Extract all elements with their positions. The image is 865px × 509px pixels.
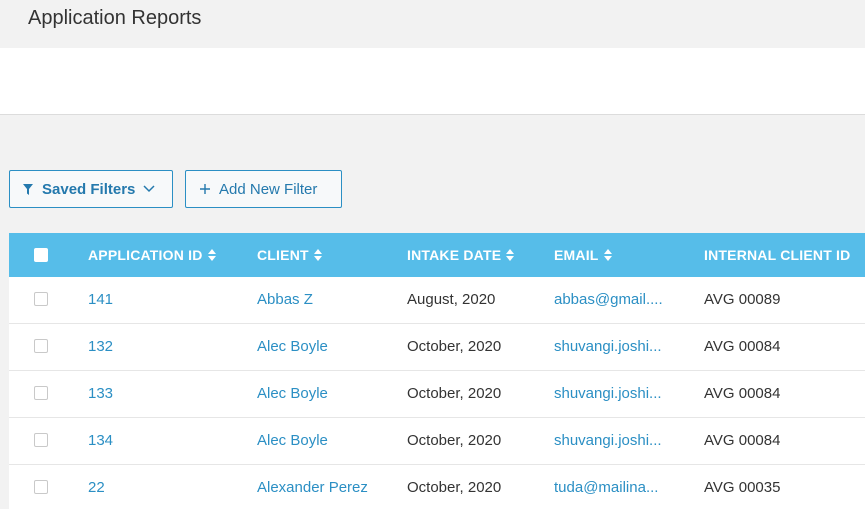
internal-client-id: AVG 00035	[704, 479, 781, 496]
row-checkbox[interactable]	[34, 292, 48, 306]
client-link[interactable]: Alec Boyle	[257, 418, 328, 464]
filter-toolbar: Saved Filters Add New Filter	[9, 170, 342, 208]
sort-icon	[506, 249, 515, 261]
row-checkbox[interactable]	[34, 433, 48, 447]
row-checkbox[interactable]	[34, 480, 48, 494]
email-link[interactable]: shuvangi.joshi...	[554, 418, 674, 464]
sort-icon	[313, 249, 322, 261]
internal-client-id: AVG 00084	[704, 432, 781, 449]
application-id-link[interactable]: 132	[88, 324, 113, 370]
funnel-icon	[23, 183, 33, 195]
application-id-link[interactable]: 134	[88, 418, 113, 464]
row-select-cell	[34, 277, 48, 306]
sort-icon	[603, 249, 612, 261]
client-link[interactable]: Alexander Perez	[257, 465, 368, 509]
table-row[interactable]: 132 Alec Boyle October, 2020 shuvangi.jo…	[9, 324, 865, 371]
row-select-cell	[34, 324, 48, 353]
header-email-label: EMAIL	[554, 247, 599, 263]
application-id-link[interactable]: 133	[88, 371, 113, 417]
intake-date: October, 2020	[407, 432, 502, 449]
saved-filters-button[interactable]: Saved Filters	[9, 170, 173, 208]
row-checkbox[interactable]	[34, 339, 48, 353]
client-link[interactable]: Abbas Z	[257, 277, 313, 323]
table-row[interactable]: 141 Abbas Z August, 2020 abbas@gmail....…	[9, 277, 865, 324]
header-intake-date-label: INTAKE DATE	[407, 247, 502, 263]
internal-client-id: AVG 00084	[704, 338, 781, 355]
select-all-checkbox[interactable]	[34, 248, 48, 262]
chevron-down-icon	[143, 185, 155, 193]
intake-date: October, 2020	[407, 385, 502, 402]
client-link[interactable]: Alec Boyle	[257, 324, 328, 370]
intake-date: October, 2020	[407, 479, 502, 496]
sort-icon	[207, 249, 216, 261]
header-email[interactable]: EMAIL	[554, 233, 674, 277]
client-link[interactable]: Alec Boyle	[257, 371, 328, 417]
application-id-link[interactable]: 141	[88, 277, 113, 323]
application-reports-page: Application Reports Saved Filters Add Ne…	[0, 0, 865, 509]
header-band	[0, 48, 865, 115]
table-row[interactable]: 22 Alexander Perez October, 2020 tuda@ma…	[9, 465, 865, 509]
page-title: Application Reports	[28, 7, 202, 29]
header-client-label: CLIENT	[257, 247, 309, 263]
row-select-cell	[34, 418, 48, 447]
intake-date: August, 2020	[407, 291, 496, 308]
email-link[interactable]: tuda@mailina...	[554, 465, 674, 509]
row-checkbox[interactable]	[34, 386, 48, 400]
table-header: APPLICATION ID CLIENT INTAKE DATE EMAIL	[9, 233, 865, 277]
select-all-cell	[34, 233, 48, 262]
application-id-link[interactable]: 22	[88, 465, 105, 509]
table-row[interactable]: 134 Alec Boyle October, 2020 shuvangi.jo…	[9, 418, 865, 465]
header-intake-date[interactable]: INTAKE DATE	[407, 233, 515, 277]
reports-table: APPLICATION ID CLIENT INTAKE DATE EMAIL	[9, 233, 865, 509]
header-internal-client-id-label: INTERNAL CLIENT ID	[704, 247, 851, 263]
internal-client-id: AVG 00089	[704, 291, 781, 308]
email-link[interactable]: shuvangi.joshi...	[554, 324, 674, 370]
table-row[interactable]: 133 Alec Boyle October, 2020 shuvangi.jo…	[9, 371, 865, 418]
row-select-cell	[34, 371, 48, 400]
saved-filters-label: Saved Filters	[42, 180, 136, 198]
email-link[interactable]: abbas@gmail....	[554, 277, 674, 323]
add-new-filter-label: Add New Filter	[219, 180, 318, 198]
header-application-id[interactable]: APPLICATION ID	[88, 233, 216, 277]
header-application-id-label: APPLICATION ID	[88, 247, 203, 263]
add-new-filter-button[interactable]: Add New Filter	[185, 170, 342, 208]
internal-client-id: AVG 00084	[704, 385, 781, 402]
email-link[interactable]: shuvangi.joshi...	[554, 371, 674, 417]
intake-date: October, 2020	[407, 338, 502, 355]
page-header: Application Reports	[0, 0, 865, 48]
header-internal-client-id[interactable]: INTERNAL CLIENT ID	[704, 233, 850, 277]
plus-icon	[200, 184, 210, 194]
row-select-cell	[34, 465, 48, 494]
header-client[interactable]: CLIENT	[257, 233, 322, 277]
